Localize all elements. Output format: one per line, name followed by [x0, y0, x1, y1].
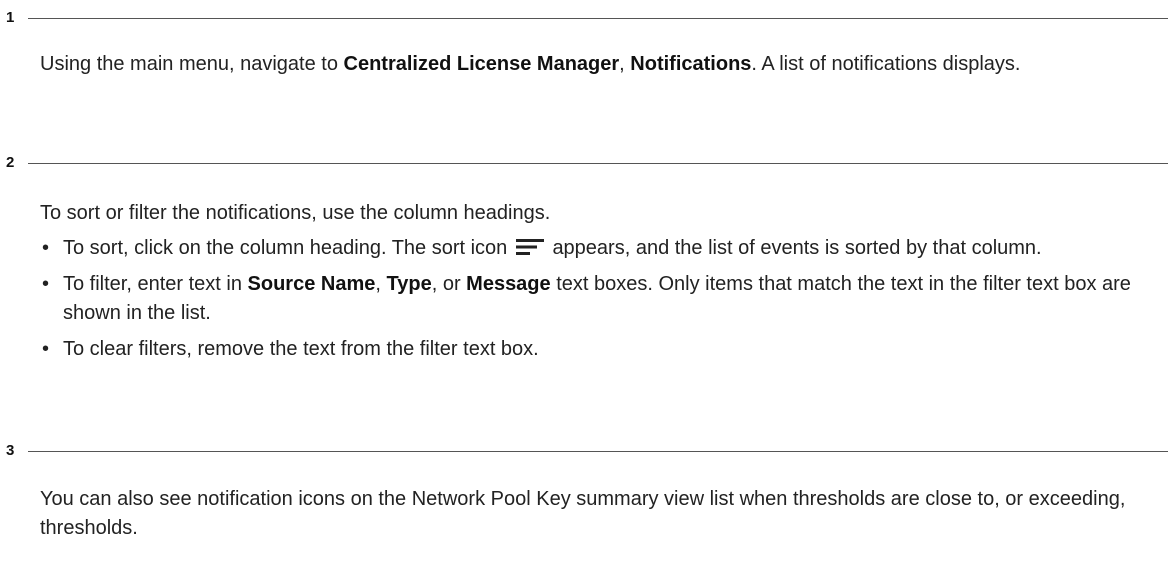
field-name: Source Name	[247, 273, 376, 295]
text-run: ,	[375, 273, 387, 295]
step-header: 3	[0, 439, 1174, 463]
step-body: Using the main menu, navigate to Central…	[40, 50, 1168, 79]
text-run: Using the main menu, navigate to	[40, 53, 344, 75]
step-header: 2	[0, 151, 1174, 175]
text-run: To clear filters, remove the text from t…	[63, 338, 539, 360]
text-run: To filter, enter text in	[63, 273, 248, 295]
step-header: 1	[0, 6, 1174, 30]
list-item: • To clear filters, remove the text from…	[40, 335, 1168, 364]
step-body: To sort or filter the notifications, use…	[40, 199, 1168, 364]
text-run: , or	[431, 273, 467, 295]
step-number: 3	[6, 442, 15, 459]
step-body: You can also see notification icons on t…	[40, 485, 1168, 543]
step-divider	[28, 18, 1168, 19]
bullet-dot: •	[42, 273, 50, 295]
step-number: 2	[6, 154, 15, 171]
step-3: 3 You can also see notification icons on…	[0, 439, 1174, 539]
text-run: . A list of notifications displays.	[751, 53, 1021, 75]
list-item: • To filter, enter text in Source Name , …	[40, 270, 1168, 328]
bullet-dot: •	[42, 237, 50, 259]
bullet-list: • To sort, click on the column heading. …	[40, 234, 1168, 364]
bullet-dot: •	[42, 338, 50, 360]
sort-icon	[515, 239, 544, 255]
text-run: ,	[619, 53, 631, 75]
list-item: • To sort, click on the column heading. …	[40, 234, 1168, 263]
field-name: Message	[466, 273, 551, 295]
step-number: 1	[6, 9, 15, 26]
step-text: You can also see notification icons on t…	[40, 488, 1126, 539]
field-name: Type	[386, 273, 432, 295]
text-run: appears, and the list of events is sorte…	[552, 237, 1042, 259]
step-intro: To sort or filter the notifications, use…	[40, 202, 551, 224]
step-divider	[28, 163, 1168, 164]
text-run: To sort, click on the column heading. Th…	[63, 237, 508, 259]
menu-path-item: Notifications	[630, 53, 752, 75]
menu-path-item: Centralized License Manager	[343, 53, 620, 75]
step-2: 2 To sort or filter the notifications, u…	[0, 151, 1174, 360]
step-1: 1 Using the main menu, navigate to Centr…	[0, 6, 1174, 75]
step-text: Using the main menu, navigate to Central…	[40, 50, 1168, 79]
step-divider	[28, 451, 1168, 452]
